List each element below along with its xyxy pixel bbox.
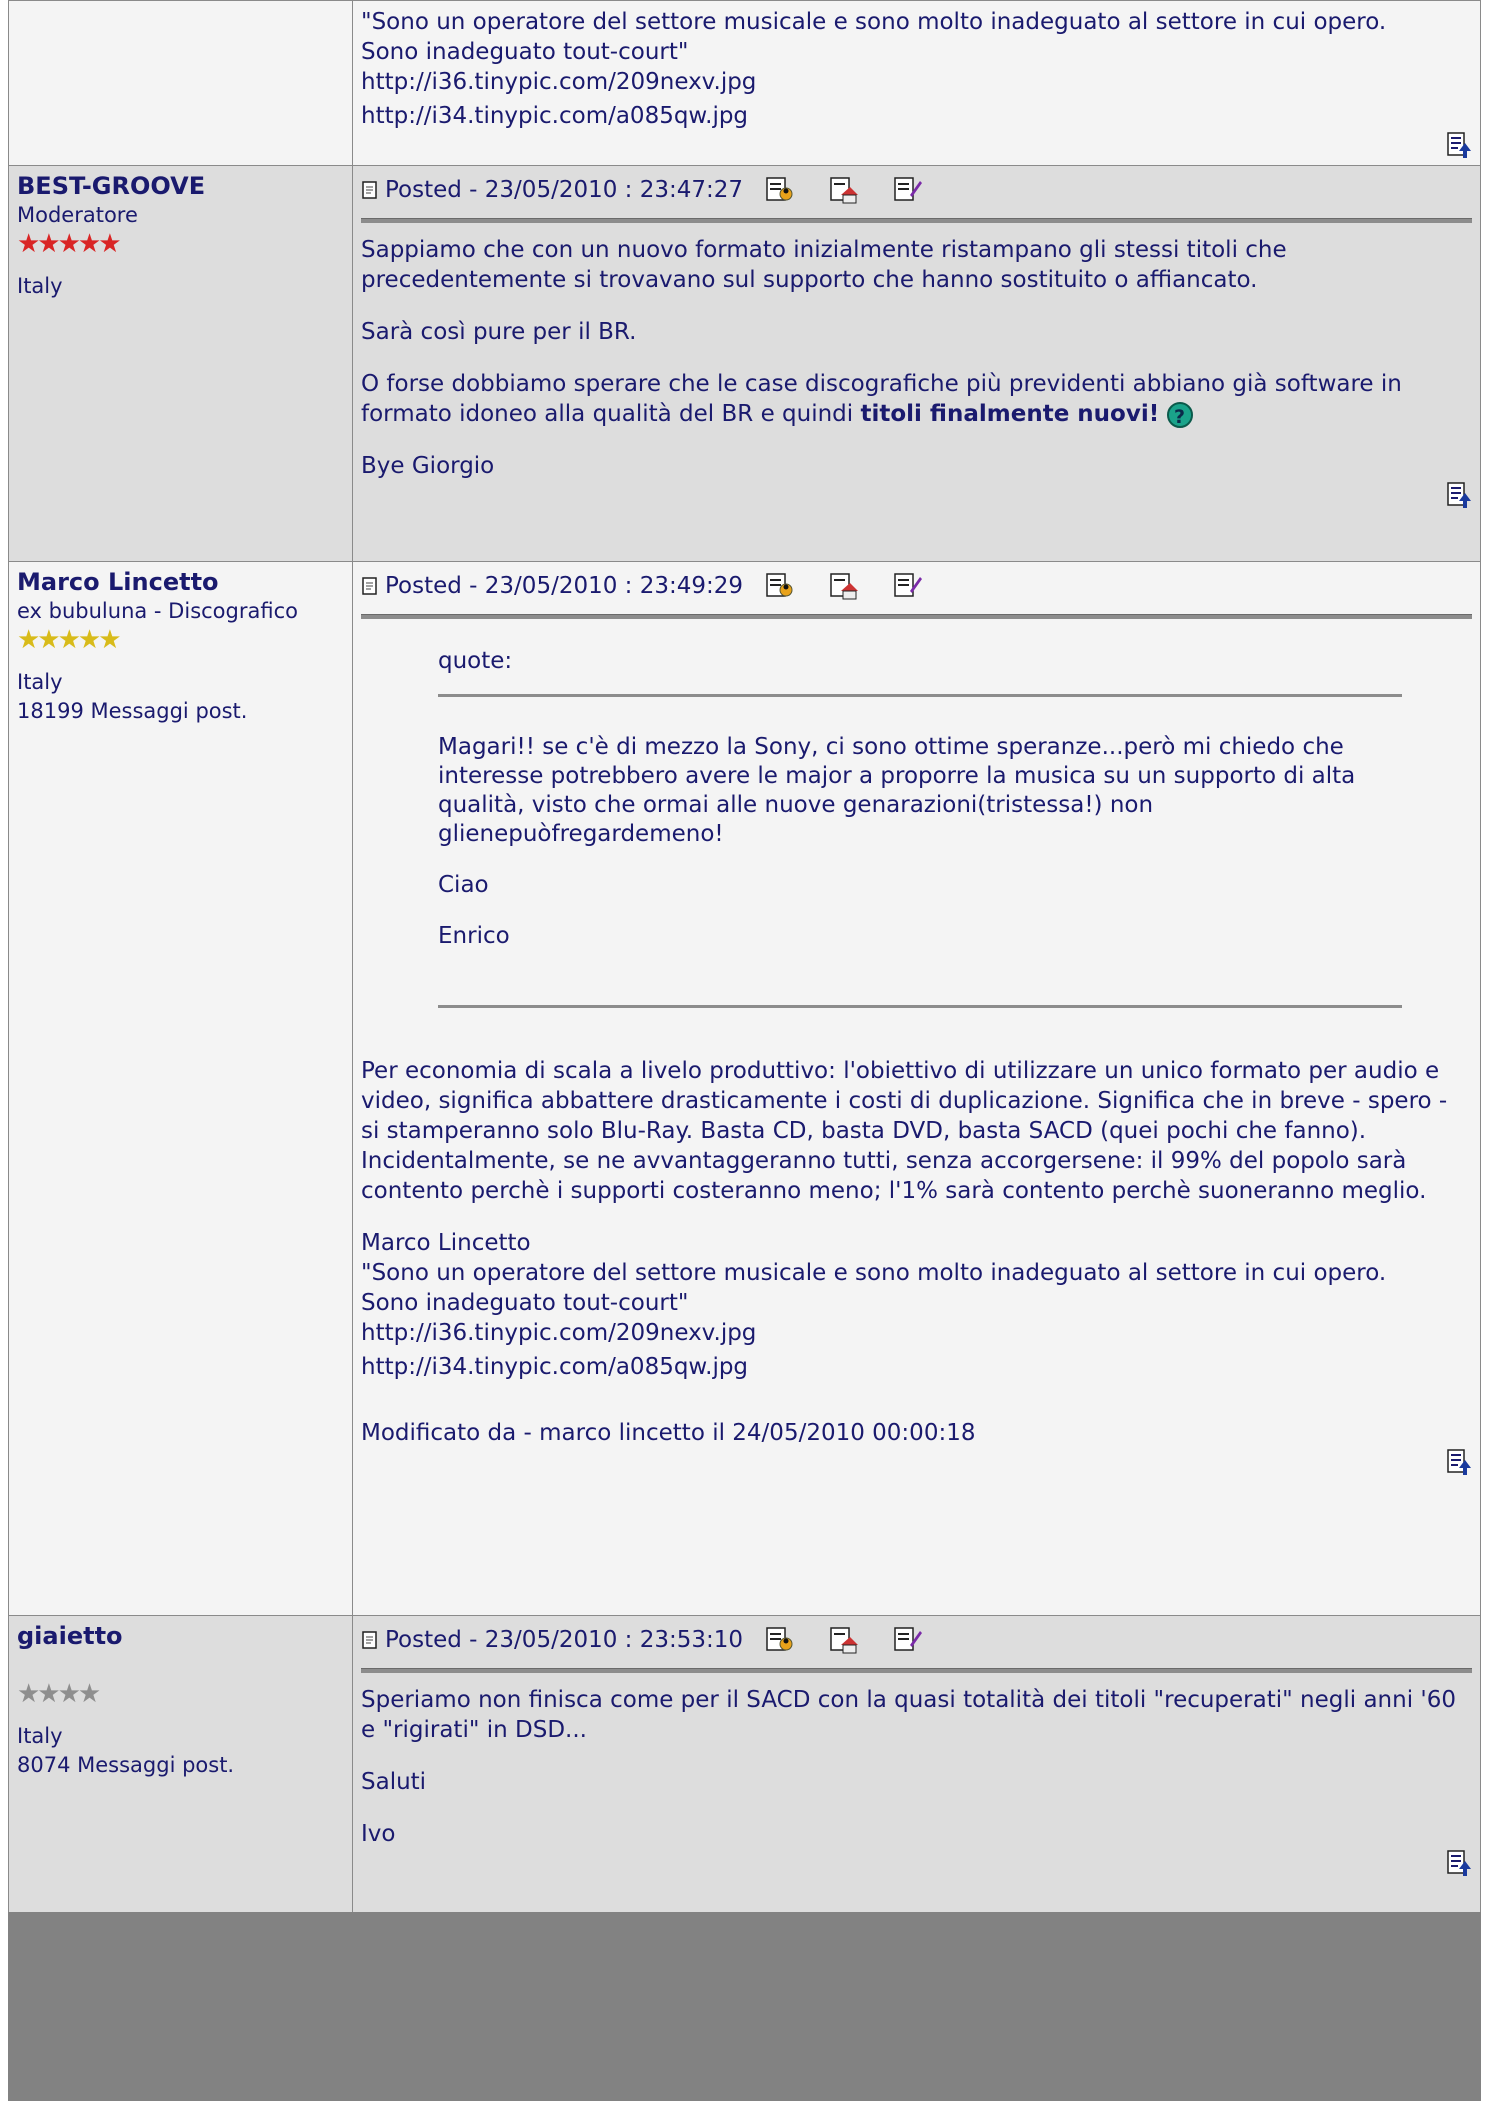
post-header: Posted - 23/05/2010 : 23:53:10 (361, 1622, 1472, 1658)
message-cell: Posted - 23/05/2010 : 23:49:29 quote: Ma… (352, 561, 1481, 1616)
go-to-top-icon[interactable] (1446, 1849, 1472, 1877)
post-text: Bye Giorgio (361, 453, 495, 479)
post-icon (361, 575, 379, 597)
edit-icon[interactable] (893, 571, 923, 601)
post-row: BEST-GROOVE Moderatore ★★★★★ Italy Poste… (8, 165, 1481, 562)
rank-stars: ★★★★★ (17, 229, 122, 259)
post-icon (361, 1629, 379, 1651)
go-to-top-icon[interactable] (1446, 481, 1472, 509)
post-row: giaietto ★★★★ Italy 8074 Messaggi post. … (8, 1615, 1481, 1914)
post-text: Sarà così pure per il BR. (361, 319, 637, 345)
post-date: Posted - 23/05/2010 : 23:49:29 (385, 573, 744, 599)
homepage-icon[interactable] (829, 571, 859, 601)
post-row: "Sono un operatore del settore musicale … (8, 0, 1481, 166)
message-cell: Posted - 23/05/2010 : 23:47:27 Sappiamo … (352, 165, 1481, 562)
signature-quote-line: "Sono un operatore del settore musicale … (361, 1260, 1387, 1286)
modified-note: Modificato da - marco lincetto il 24/05/… (361, 1420, 976, 1446)
author-cell: Marco Lincetto ex bubuluna - Discografic… (8, 561, 353, 1616)
post-text: O forse dobbiamo sperare che le case dis… (361, 371, 1402, 428)
author-role: Moderatore (17, 203, 138, 227)
post-text: Sappiamo che con un nuovo formato inizia… (361, 237, 1287, 293)
post-text: Ivo (361, 1821, 396, 1847)
post-divider (361, 218, 1472, 223)
homepage-icon[interactable] (829, 1625, 859, 1655)
message-cell: "Sono un operatore del settore musicale … (352, 0, 1481, 166)
post-header: Posted - 23/05/2010 : 23:49:29 (361, 568, 1472, 604)
author-cell: giaietto ★★★★ Italy 8074 Messaggi post. (8, 1615, 353, 1914)
author-role: ex bubuluna - Discografico (17, 599, 298, 623)
signature-quote-line: Sono inadeguato tout-court" (361, 39, 689, 65)
signature-quote-line: Sono inadeguato tout-court" (361, 1290, 689, 1316)
quote-text: Ciao (438, 872, 489, 898)
edit-icon[interactable] (893, 175, 923, 205)
go-to-top-icon[interactable] (1446, 1448, 1472, 1476)
signature-link[interactable]: http://i34.tinypic.com/a085qw.jpg (361, 1354, 748, 1380)
post-date: Posted - 23/05/2010 : 23:47:27 (385, 177, 744, 203)
signature-link[interactable]: http://i36.tinypic.com/209nexv.jpg (361, 69, 756, 95)
post-text: Speriamo non finisca come per il SACD co… (361, 1687, 1456, 1743)
post-header: Posted - 23/05/2010 : 23:47:27 (361, 172, 1472, 208)
author-post-count: 18199 Messaggi post. (17, 699, 248, 723)
message-cell: Posted - 23/05/2010 : 23:53:10 Speriamo … (352, 1615, 1481, 1914)
quote-label: quote: (438, 648, 513, 674)
quote-text: Magari!! se c'è di mezzo la Sony, ci son… (438, 734, 1356, 847)
post-text: Incidentalmente, se ne avvantaggeranno t… (361, 1148, 1427, 1204)
signature-name: Marco Lincetto (361, 1230, 531, 1256)
go-to-top-icon[interactable] (1446, 131, 1472, 159)
forum-thread-table: "Sono un operatore del settore musicale … (8, 0, 1481, 1914)
profile-icon[interactable] (765, 1625, 795, 1655)
signature-quote-line: "Sono un operatore del settore musicale … (361, 9, 1387, 35)
post-divider (361, 1668, 1472, 1673)
post-icon (361, 179, 379, 201)
author-post-count: 8074 Messaggi post. (17, 1753, 235, 1777)
author-country: Italy (17, 670, 63, 694)
post-date: Posted - 23/05/2010 : 23:53:10 (385, 1627, 744, 1653)
post-text: Saluti (361, 1769, 427, 1795)
question-smiley-icon: ? (1166, 401, 1193, 428)
author-country: Italy (17, 274, 63, 298)
quote-block: quote: Magari!! se c'è di mezzo la Sony,… (438, 647, 1402, 1008)
rank-stars: ★★★★ (17, 1679, 101, 1709)
post-row: Marco Lincetto ex bubuluna - Discografic… (8, 561, 1481, 1616)
author-country: Italy (17, 1724, 63, 1748)
quote-text: Enrico (438, 923, 510, 949)
author-cell: BEST-GROOVE Moderatore ★★★★★ Italy (8, 165, 353, 562)
author-name[interactable]: BEST-GROOVE (17, 172, 344, 201)
profile-icon[interactable] (765, 571, 795, 601)
edit-icon[interactable] (893, 1625, 923, 1655)
bold-text: titoli finalmente nuovi! (860, 401, 1160, 427)
signature-link[interactable]: http://i34.tinypic.com/a085qw.jpg (361, 103, 748, 129)
author-name[interactable]: Marco Lincetto (17, 568, 344, 597)
post-divider (361, 614, 1472, 619)
profile-icon[interactable] (765, 175, 795, 205)
homepage-icon[interactable] (829, 175, 859, 205)
author-name[interactable]: giaietto (17, 1622, 344, 1651)
rank-stars: ★★★★★ (17, 625, 122, 655)
page-footer-area (8, 1912, 1481, 2101)
author-cell (8, 0, 353, 166)
signature-link[interactable]: http://i36.tinypic.com/209nexv.jpg (361, 1320, 756, 1346)
post-text: Per economia di scala a livelo produttiv… (361, 1058, 1448, 1144)
